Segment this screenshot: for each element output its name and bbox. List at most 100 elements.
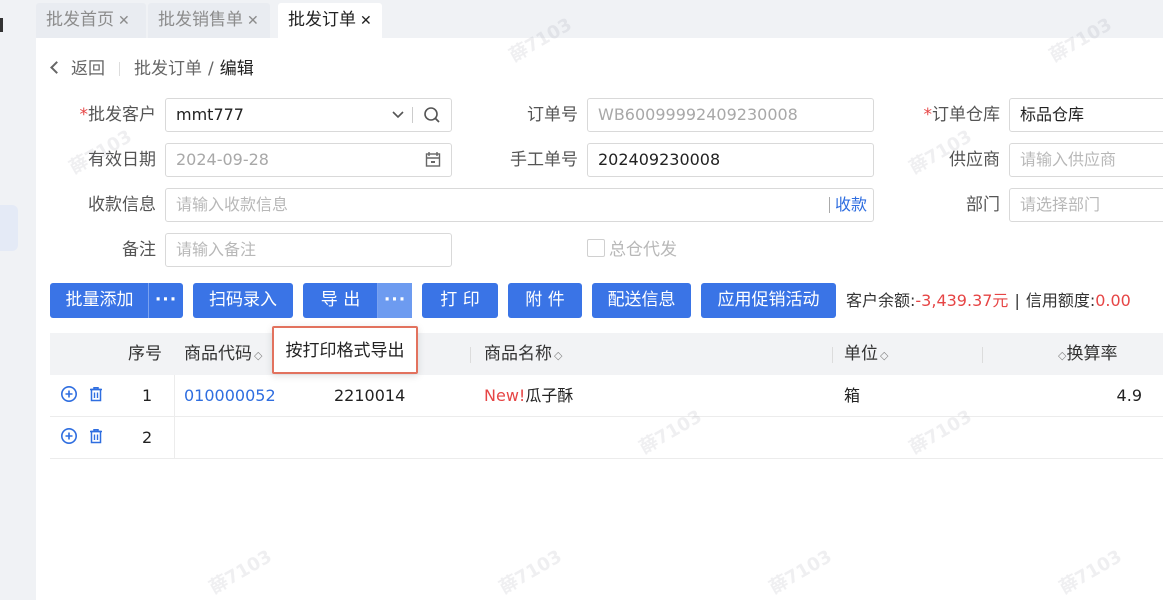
dots: ··· <box>383 290 407 310</box>
barcode-cell: 2210014 <box>334 386 406 405</box>
table-header: 序号 商品代码 ◇ 商品名称 ◇ 单位 ◇ ◇换算率 <box>50 333 1163 375</box>
breadcrumb-parent[interactable]: 批发订单 <box>134 59 202 79</box>
nav-selected-item[interactable] <box>0 205 18 251</box>
product-code-link[interactable]: 010000052 <box>184 375 276 416</box>
remark-label: 备注 <box>122 240 156 260</box>
dots: ··· <box>154 290 178 310</box>
dept-label: 部门 <box>966 195 1000 215</box>
tab-wholesale-home[interactable]: 批发首页 ✕ <box>36 3 146 38</box>
warehouse-value: 标品仓库 <box>1020 105 1085 124</box>
column-divider <box>832 347 833 363</box>
supplier-input[interactable]: 请输入供应商 <box>1009 143 1163 177</box>
warehouse-select[interactable]: 标品仓库 <box>1009 98 1163 132</box>
col-rate[interactable]: ◇换算率 <box>1056 333 1117 375</box>
balance-label: 客户余额: <box>846 291 916 310</box>
close-icon[interactable]: ✕ <box>247 13 259 29</box>
balance-value: -3,439.37元 <box>915 291 1009 310</box>
calendar-icon[interactable] <box>425 144 441 176</box>
delete-icon[interactable] <box>87 385 105 403</box>
unit-cell: 箱 <box>844 386 861 405</box>
sort-icon[interactable]: ◇ <box>554 349 562 362</box>
more-icon[interactable]: ··· <box>377 283 412 318</box>
credit-label: 信用额度: <box>1025 291 1096 310</box>
manual-no-value: 202409230008 <box>598 150 721 169</box>
sort-icon[interactable]: ◇ <box>880 349 888 362</box>
remark-input[interactable]: 请输入备注 <box>165 233 452 267</box>
col-name[interactable]: 商品名称 ◇ <box>484 333 562 375</box>
attachment-button[interactable]: 附 件 <box>508 283 582 318</box>
chevron-down-icon[interactable] <box>391 99 405 131</box>
back-button[interactable]: 返回 <box>50 59 105 79</box>
manual-no-label: 手工单号 <box>510 150 578 170</box>
apply-promo-button[interactable]: 应用促销活动 <box>701 283 836 318</box>
watermark: 薛7103 <box>496 546 566 599</box>
export-button[interactable]: 导 出 ··· <box>303 283 412 318</box>
batch-add-button[interactable]: 批量添加 ··· <box>50 283 183 318</box>
checkbox-box[interactable] <box>587 239 605 257</box>
col-rate-label: 换算率 <box>1066 344 1118 364</box>
tab-wholesale-sales[interactable]: 批发销售单 ✕ <box>148 3 270 38</box>
scan-entry-button[interactable]: 扫码录入 <box>193 283 293 318</box>
manual-no-field[interactable]: 202409230008 <box>587 143 874 177</box>
col-unit-label: 单位 <box>844 344 878 364</box>
payment-placeholder: 请输入收款信息 <box>176 195 289 214</box>
table-row[interactable]: 2 <box>50 417 1163 459</box>
payment-input[interactable]: 请输入收款信息 收款 <box>165 188 874 222</box>
row-seq: 1 <box>142 386 153 405</box>
product-name: 瓜子酥 <box>525 386 574 405</box>
close-icon[interactable]: ✕ <box>118 13 130 29</box>
table-row[interactable]: 1 010000052 2210014 New!瓜子酥 箱 4.9 <box>50 375 1163 417</box>
customer-label: *批发客户 <box>56 98 157 132</box>
col-code[interactable]: 商品代码 ◇ <box>184 333 262 375</box>
search-icon[interactable] <box>423 99 441 131</box>
order-no-field: WB60099992409230008 <box>587 98 874 132</box>
row-seq: 2 <box>142 428 153 447</box>
print-button[interactable]: 打 印 <box>422 283 498 318</box>
more-icon[interactable]: ··· <box>148 283 183 318</box>
batch-add-label: 批量添加 <box>65 290 134 310</box>
col-unit[interactable]: 单位 ◇ <box>844 333 888 375</box>
order-no-label: 订单号 <box>527 105 578 125</box>
breadcrumb-current: 编辑 <box>219 59 254 79</box>
row-actions: 2 <box>50 417 175 458</box>
watermark: 薛7103 <box>1056 546 1126 599</box>
export-print-format-item[interactable]: 按打印格式导出 <box>278 333 412 369</box>
row-actions: 1 <box>50 375 175 416</box>
remark-placeholder: 请输入备注 <box>176 240 257 259</box>
customer-select[interactable]: mmt777 <box>165 98 452 132</box>
add-row-icon[interactable] <box>60 385 78 403</box>
tab-wholesale-order[interactable]: 批发订单 ✕ <box>278 3 382 38</box>
valid-date-value: 2024-09-28 <box>176 150 269 169</box>
watermark: 薛7103 <box>766 546 836 599</box>
new-badge: New! <box>484 386 526 405</box>
order-no-value: WB60099992409230008 <box>598 105 798 124</box>
delivery-info-button[interactable]: 配送信息 <box>592 283 691 318</box>
add-row-icon[interactable] <box>60 427 78 445</box>
rate-cell: 4.9 <box>1116 386 1142 405</box>
required-mark: * <box>923 105 933 125</box>
warehouse-label-text: 订单仓库 <box>932 105 1000 125</box>
separator: | <box>1014 291 1020 310</box>
dept-placeholder: 请选择部门 <box>1020 195 1101 214</box>
tab-bar: 批发首页 ✕ 批发销售单 ✕ 批发订单 ✕ <box>36 0 1163 38</box>
export-label: 导 出 <box>320 290 361 310</box>
ship-all-label: 总仓代发 <box>609 240 677 260</box>
warehouse-label: *订单仓库 <box>906 98 1001 132</box>
collect-button[interactable]: 收款 <box>828 189 867 221</box>
tab-label: 批发销售单 <box>158 10 243 30</box>
tab-label: 批发首页 <box>46 10 114 30</box>
dept-select[interactable]: 请选择部门 <box>1009 188 1163 222</box>
tab-label: 批发订单 <box>288 10 356 30</box>
payment-label: 收款信息 <box>88 195 156 215</box>
breadcrumb-separator: / <box>208 59 214 79</box>
sort-icon[interactable]: ◇ <box>254 349 262 362</box>
required-mark: * <box>79 105 89 125</box>
chevron-left-icon <box>50 61 63 74</box>
ship-all-checkbox[interactable]: 总仓代发 <box>587 233 677 267</box>
supplier-placeholder: 请输入供应商 <box>1020 150 1117 169</box>
close-icon[interactable]: ✕ <box>360 13 372 29</box>
delete-icon[interactable] <box>87 427 105 445</box>
supplier-label: 供应商 <box>949 150 1000 170</box>
customer-value: mmt777 <box>176 105 244 124</box>
valid-date-picker[interactable]: 2024-09-28 <box>165 143 452 177</box>
